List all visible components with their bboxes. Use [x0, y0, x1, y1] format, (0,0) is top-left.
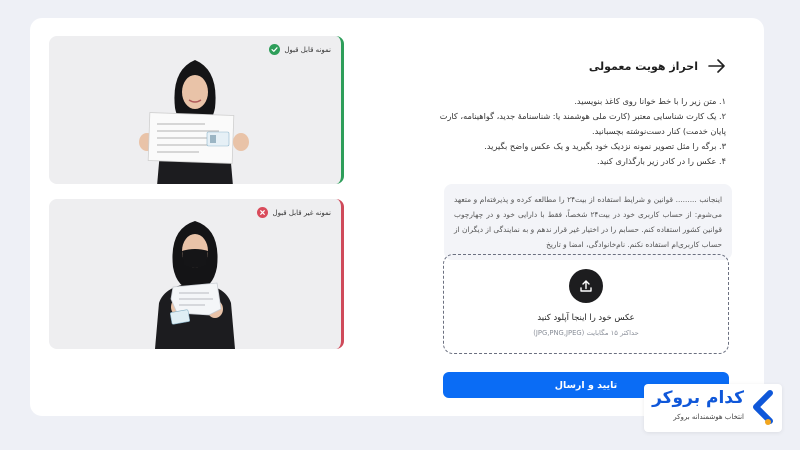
acceptable-sample-panel: نمونه قابل قبول [49, 36, 344, 184]
unacceptable-sample-text: نمونه غیر قابل قبول [272, 208, 331, 217]
upload-button[interactable] [569, 269, 603, 303]
instruction-step: ۳. برگه را مثل تصویر نمونه نزدیک خود بگی… [484, 141, 726, 151]
acceptable-sample-text: نمونه قابل قبول [284, 45, 331, 54]
pledge-text-box: اینجانب ......... قوانین و شرایط استفاده… [444, 184, 732, 260]
identity-card: احراز هویت معمولی ۱. متن زیر را با خط خو… [30, 18, 764, 416]
upload-icon [580, 280, 592, 292]
acceptable-sample-label: نمونه قابل قبول [269, 44, 331, 55]
brand-logo: کدام بروکر انتخاب هوشمندانه بروکر [644, 384, 782, 432]
instruction-step: ۱. متن زیر را با خط خوانا روی کاغذ بنویس… [574, 96, 726, 106]
instructions-list: ۱. متن زیر را با خط خوانا روی کاغذ بنویس… [426, 94, 726, 169]
upload-title: عکس خود را اینجا آپلود کنید [537, 312, 635, 322]
upload-hint: حداکثر ۱۵ مگابایت (JPG,PNG,JPEG) [533, 329, 639, 337]
check-icon [269, 44, 281, 55]
arrow-right-icon[interactable] [708, 59, 726, 73]
unacceptable-sample-image [155, 221, 235, 349]
page-title: احراز هویت معمولی [588, 59, 698, 73]
page-header: احراز هویت معمولی [426, 56, 726, 76]
chevron-left-logo-icon [753, 390, 773, 425]
instruction-step: ۴. عکس را در کادر زیر بارگذاری کنید. [597, 156, 726, 166]
x-icon [257, 207, 269, 218]
unacceptable-sample-label: نمونه غیر قابل قبول [257, 207, 331, 218]
brand-name: کدام بروکر [652, 388, 744, 408]
instruction-step: ۲. یک کارت شناسایی معتبر (کارت ملی هوشمن… [439, 111, 726, 136]
acceptable-sample-image [139, 60, 249, 184]
unacceptable-sample-panel: نمونه غیر قابل قبول [49, 199, 344, 349]
upload-dropzone[interactable]: عکس خود را اینجا آپلود کنید حداکثر ۱۵ مگ… [443, 254, 729, 354]
brand-tagline: انتخاب هوشمندانه بروکر [673, 413, 744, 421]
